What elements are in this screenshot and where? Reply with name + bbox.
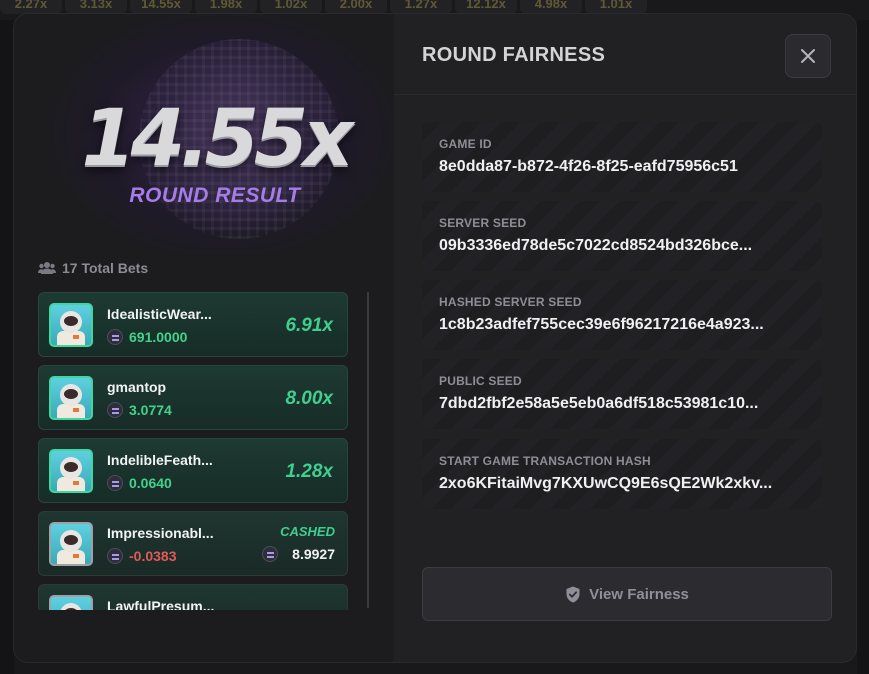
solana-coin-icon — [262, 546, 278, 562]
bet-username: IdealisticWear... — [107, 306, 212, 322]
bet-row[interactable]: LawfulPresum... — [38, 584, 348, 610]
history-chip: 4.98x — [520, 0, 582, 14]
background-left — [0, 20, 14, 674]
field-value[interactable]: 7dbd2fbf2e58a5e5eb0a6df518c53981c10... — [439, 395, 814, 413]
bet-username: LawfulPresum... — [107, 598, 215, 610]
bet-list[interactable]: IdealisticWear... 691.0000 6.91x gmantop… — [38, 292, 350, 610]
bet-list-scrollbar[interactable] — [367, 292, 369, 608]
bet-multiplier: 1.28x — [285, 461, 333, 482]
field-label: HASHED SERVER SEED — [439, 295, 582, 309]
field-label: SERVER SEED — [439, 216, 527, 230]
view-fairness-label: View Fairness — [589, 585, 689, 603]
field-label: START GAME TRANSACTION HASH — [439, 454, 651, 468]
bet-row[interactable]: gmantop 3.0774 8.00x — [38, 365, 348, 430]
round-summary-panel: 14.55x ROUND RESULT 17 Total Bets Ideali… — [14, 14, 394, 662]
total-bets-label: 17 Total Bets — [62, 260, 149, 276]
field-value[interactable]: 1c8b23adfef755cec39e6f96217216e4a923... — [439, 316, 814, 334]
hashed-server-seed-field[interactable]: HASHED SERVER SEED 1c8b23adfef755cec39e6… — [422, 280, 822, 350]
history-chip: 1.27x — [390, 0, 452, 14]
history-chip: 14.55x — [130, 0, 192, 14]
avatar — [49, 303, 93, 347]
close-icon — [801, 49, 815, 63]
bet-multiplier: 8.00x — [285, 388, 333, 409]
bet-row[interactable]: Impressionabl... -0.0383 CASHED 8.9927 — [38, 511, 348, 576]
history-strip: 2.27x 3.13x 14.55x 1.98x 1.02x 2.00x 1.2… — [0, 0, 869, 14]
bet-amount: 0.0640 — [129, 475, 172, 491]
field-label: PUBLIC SEED — [439, 374, 522, 388]
view-fairness-button[interactable]: View Fairness — [422, 567, 832, 621]
server-seed-field[interactable]: SERVER SEED 09b3336ed78de5c7022cd8524bd3… — [422, 201, 822, 271]
solana-coin-icon — [107, 329, 123, 345]
cashed-badge: CASHED — [280, 524, 335, 539]
public-seed-field[interactable]: PUBLIC SEED 7dbd2fbf2e58a5e5eb0a6df518c5… — [422, 359, 822, 429]
field-value[interactable]: 09b3336ed78de5c7022cd8524bd326bce... — [439, 237, 814, 255]
round-result-label: ROUND RESULT — [129, 184, 301, 207]
solana-coin-icon — [107, 548, 123, 564]
background-right — [857, 20, 869, 674]
avatar — [49, 376, 93, 420]
header-divider — [394, 94, 856, 95]
history-chip: 1.02x — [260, 0, 322, 14]
field-value[interactable]: 8e0dda87-b872-4f26-8f25-eafd75956c51 — [439, 158, 814, 176]
field-value[interactable]: 2xo6KFitaiMvg7KXUwCQ9E6sQE2Wk2xkv... — [439, 475, 814, 493]
transaction-hash-field[interactable]: START GAME TRANSACTION HASH 2xo6KFitaiMv… — [422, 439, 822, 509]
bet-username: Impressionabl... — [107, 525, 214, 541]
bet-username: IndelibleFeath... — [107, 452, 213, 468]
solana-coin-icon — [107, 402, 123, 418]
round-fairness-modal: 14.55x ROUND RESULT 17 Total Bets Ideali… — [14, 14, 856, 662]
close-button[interactable] — [785, 34, 831, 78]
bet-amount: -0.0383 — [129, 548, 177, 564]
bet-username: gmantop — [107, 379, 167, 395]
bet-row[interactable]: IndelibleFeath... 0.0640 1.28x — [38, 438, 348, 503]
avatar — [49, 522, 93, 566]
history-chip: 1.01x — [585, 0, 647, 14]
shield-check-icon — [566, 586, 580, 602]
round-multiplier: 14.55x — [81, 94, 353, 184]
solana-coin-icon — [107, 475, 123, 491]
bet-amount: 3.0774 — [129, 402, 172, 418]
history-chip: 12.12x — [455, 0, 517, 14]
game-id-field[interactable]: GAME ID 8e0dda87-b872-4f26-8f25-eafd7595… — [422, 122, 822, 192]
cashed-amount: 8.9927 — [292, 546, 335, 562]
bet-amount: 691.0000 — [129, 329, 188, 345]
avatar — [49, 595, 93, 610]
bet-row[interactable]: IdealisticWear... 691.0000 6.91x — [38, 292, 348, 357]
history-chip: 1.98x — [195, 0, 257, 14]
field-label: GAME ID — [439, 137, 492, 151]
total-bets-header: 17 Total Bets — [38, 260, 148, 276]
history-chip: 3.13x — [65, 0, 127, 14]
avatar — [49, 449, 93, 493]
history-chip: 2.27x — [0, 0, 62, 14]
history-chip: 2.00x — [325, 0, 387, 14]
bet-multiplier: 6.91x — [285, 315, 333, 336]
users-icon — [38, 262, 56, 274]
round-result-hero: 14.55x ROUND RESULT — [14, 14, 394, 254]
modal-title: ROUND FAIRNESS — [422, 44, 606, 66]
